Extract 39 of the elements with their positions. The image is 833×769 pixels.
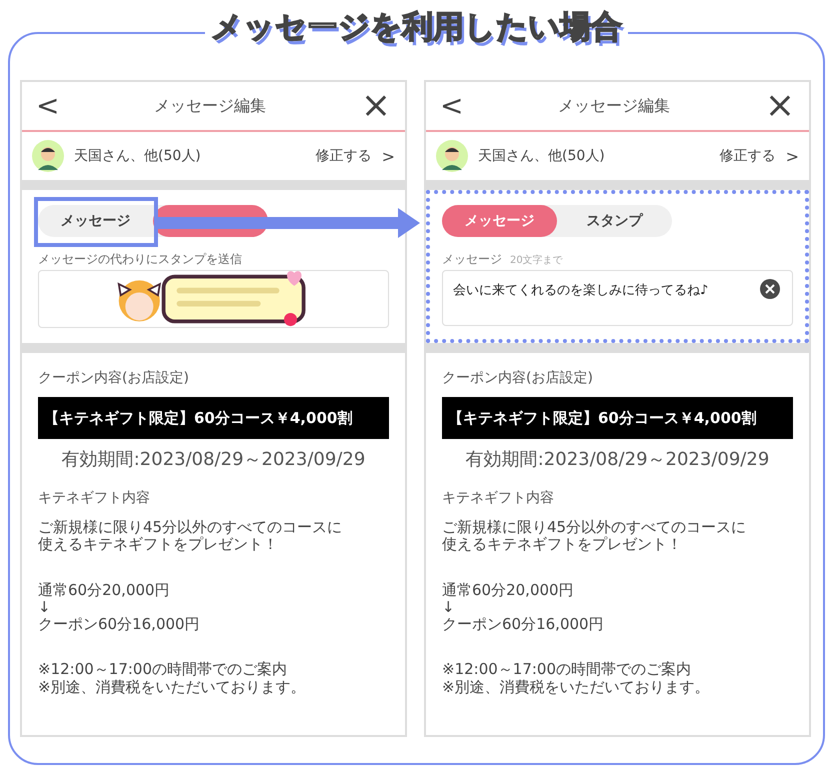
close-button[interactable]: × [760,88,799,124]
recipient-names: 天国さん、他(50人) [478,147,606,165]
message-field[interactable]: 会いに来てくれるのを楽しみに待ってるね♪ [442,270,793,326]
gift-description: ご新規様に限り45分以外のすべてのコースに [442,519,746,536]
arrow-icon [158,208,420,238]
recipient-names: 天国さん、他(50人) [74,147,202,165]
tab[interactable]: スタンプ [557,205,672,237]
coupon-notes: ※12:00～17:00の時間帯でのご案内 ※別途、消費税をいただいております。 [442,661,711,696]
character-limit: 20文字まで [510,254,563,267]
back-button[interactable]: < [436,92,468,120]
close-button[interactable]: × [356,88,395,124]
clear-icon[interactable] [760,279,780,299]
message-label: メッセージ [442,251,502,268]
coupon-banner: 【キテネギフト限定】60分コース￥4,000割 [442,397,793,439]
gift-description: 使えるキテネギフトをプレゼント！ [442,536,682,554]
back-button[interactable]: < [32,92,64,120]
coupon-notes: ※12:00～17:00の時間帯でのご案内 ※別途、消費税をいただいております。 [38,661,307,696]
stamp-field[interactable] [38,270,389,328]
edit-link[interactable]: 修正する [316,147,372,165]
chevron-icon: > [786,146,799,166]
screen-title: メッセージ編集 [557,96,672,116]
price-info: 通常60分20,000円 ↓ クーポン60分16,000円 [38,582,201,634]
gift-heading: キテネギフト内容 [38,489,151,507]
gift-heading: キテネギフト内容 [442,489,555,507]
screen-title: メッセージ編集 [153,96,268,116]
avatar-icon [436,140,468,172]
tab[interactable]: メッセージ [38,205,153,237]
chevron-icon: > [382,146,395,166]
gift-description: 使えるキテネギフトをプレゼント！ [38,536,278,554]
coupon-banner: 【キテネギフト限定】60分コース￥4,000割 [38,397,389,439]
validity-period: 有効期間:2023/08/29～2023/09/29 [60,448,366,471]
coupon-heading: クーポン内容(お店設定) [38,369,190,387]
avatar-icon [32,140,64,172]
coupon-heading: クーポン内容(お店設定) [442,369,594,387]
edit-link[interactable]: 修正する [720,147,776,165]
validity-period: 有効期間:2023/08/29～2023/09/29 [464,448,770,471]
price-info: 通常60分20,000円 ↓ クーポン60分16,000円 [442,582,605,634]
stamp-caption: メッセージの代わりにスタンプを送信 [38,251,243,268]
gift-description: ご新規様に限り45分以外のすべてのコースに [38,519,342,536]
